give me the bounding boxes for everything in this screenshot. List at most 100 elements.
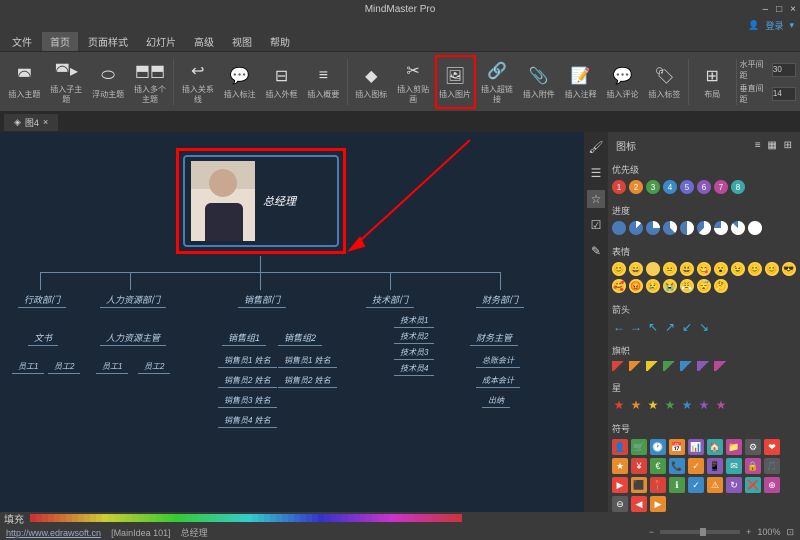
s21[interactable]: 销售员1 姓名: [278, 354, 337, 368]
admin-e2[interactable]: 员工2: [48, 360, 80, 374]
vspace-input[interactable]: [772, 87, 796, 101]
ribbon-插入关系线[interactable]: ↩插入关系线: [177, 55, 218, 109]
symbol-13[interactable]: ✓: [688, 458, 704, 474]
symbol-24[interactable]: ↻: [726, 477, 742, 493]
emoji-12[interactable]: 😡: [629, 279, 643, 293]
priority-3[interactable]: 3: [646, 180, 660, 194]
symbol-12[interactable]: 📞: [669, 458, 685, 474]
root-node[interactable]: 总经理: [176, 148, 346, 254]
tech3[interactable]: 技术员3: [394, 346, 434, 360]
ribbon-插入剪贴画[interactable]: ✂插入剪贴画: [393, 55, 434, 109]
menu-file[interactable]: 文件: [4, 32, 40, 51]
star-4[interactable]: ★: [680, 398, 694, 412]
symbol-16[interactable]: 🔒: [745, 458, 761, 474]
admin-e1[interactable]: 员工1: [12, 360, 44, 374]
arrow-3[interactable]: ↗: [663, 320, 677, 334]
symbol-20[interactable]: 📍: [650, 477, 666, 493]
priority-8[interactable]: 8: [731, 180, 745, 194]
s4[interactable]: 销售员4 姓名: [218, 414, 277, 428]
progress-1[interactable]: [629, 221, 643, 235]
dept-sales[interactable]: 销售部门: [238, 292, 286, 308]
menu-pagestyle[interactable]: 页面样式: [80, 32, 136, 51]
symbol-28[interactable]: ◀: [631, 496, 647, 512]
window-close[interactable]: ×: [790, 4, 796, 15]
symbol-19[interactable]: ⬛: [631, 477, 647, 493]
symbol-17[interactable]: 🎵: [764, 458, 780, 474]
dept-tech[interactable]: 技术部门: [366, 292, 414, 308]
panel-view1-icon[interactable]: ≡: [755, 140, 761, 151]
ribbon-插入多个主题[interactable]: ⬒⬒插入多个主题: [130, 55, 171, 109]
flag-4[interactable]: [680, 361, 694, 371]
sales-g1[interactable]: 销售组1: [222, 330, 266, 346]
s22[interactable]: 销售员2 姓名: [278, 374, 337, 388]
canvas[interactable]: 总经理 行政部门 人力资源部门 销售部门 技术部门 财务部门 文书 人力资源主管…: [0, 132, 584, 512]
flag-0[interactable]: [612, 361, 626, 371]
symbol-22[interactable]: ✓: [688, 477, 704, 493]
ribbon-插入图标[interactable]: ◆插入图标: [351, 55, 392, 109]
arrow-0[interactable]: ←: [612, 320, 626, 334]
symbol-10[interactable]: ¥: [631, 458, 647, 474]
login-dropdown-icon[interactable]: ▾: [789, 20, 794, 31]
emoji-17[interactable]: 🤔: [714, 279, 728, 293]
tech4[interactable]: 技术员4: [394, 362, 434, 376]
emoji-3[interactable]: 😐: [663, 262, 677, 276]
admin-sub[interactable]: 文书: [28, 330, 58, 346]
flag-5[interactable]: [697, 361, 711, 371]
progress-5[interactable]: [697, 221, 711, 235]
arrow-4[interactable]: ↙: [680, 320, 694, 334]
priority-5[interactable]: 5: [680, 180, 694, 194]
emoji-15[interactable]: 😤: [680, 279, 694, 293]
star-3[interactable]: ★: [663, 398, 677, 412]
menu-view[interactable]: 视图: [224, 32, 260, 51]
emoji-9[interactable]: 😊: [765, 262, 779, 276]
progress-7[interactable]: [731, 221, 745, 235]
symbol-4[interactable]: 📊: [688, 439, 704, 455]
symbol-0[interactable]: 👤: [612, 439, 628, 455]
s2[interactable]: 销售员2 姓名: [218, 374, 277, 388]
menu-help[interactable]: 帮助: [262, 32, 298, 51]
emoji-1[interactable]: 😄: [629, 262, 643, 276]
emoji-11[interactable]: 🥰: [612, 279, 626, 293]
dept-admin[interactable]: 行政部门: [18, 292, 66, 308]
symbol-9[interactable]: ★: [612, 458, 628, 474]
ribbon-插入主题[interactable]: ◚插入主题: [4, 55, 45, 109]
arrow-5[interactable]: ↘: [697, 320, 711, 334]
zoom-slider[interactable]: [660, 530, 740, 534]
color-swatch[interactable]: [456, 514, 462, 522]
f3[interactable]: 出纳: [482, 394, 510, 408]
progress-4[interactable]: [680, 221, 694, 235]
emoji-0[interactable]: 😊: [612, 262, 626, 276]
window-minimize[interactable]: –: [763, 4, 769, 15]
emoji-13[interactable]: 😢: [646, 279, 660, 293]
fin-sub[interactable]: 财务主管: [470, 330, 518, 346]
emoji-2[interactable]: ☹: [646, 262, 660, 276]
emoji-14[interactable]: 😭: [663, 279, 677, 293]
star-5[interactable]: ★: [697, 398, 711, 412]
symbol-1[interactable]: 🛒: [631, 439, 647, 455]
tab-close-icon[interactable]: ×: [43, 117, 48, 127]
star-6[interactable]: ★: [714, 398, 728, 412]
ribbon-插入超链接[interactable]: 🔗插入超链接: [477, 55, 518, 109]
symbol-21[interactable]: ℹ: [669, 477, 685, 493]
emoji-16[interactable]: 😴: [697, 279, 711, 293]
symbol-23[interactable]: ⚠: [707, 477, 723, 493]
symbol-26[interactable]: ⊕: [764, 477, 780, 493]
ribbon-插入概要[interactable]: ≡插入概要: [303, 55, 344, 109]
panel-view3-icon[interactable]: ⊞: [784, 140, 792, 151]
ribbon-插入标签[interactable]: 🏷插入标签: [644, 55, 685, 109]
menu-advanced[interactable]: 高级: [186, 32, 222, 51]
flag-6[interactable]: [714, 361, 728, 371]
zoom-in-icon[interactable]: +: [746, 527, 751, 537]
flag-2[interactable]: [646, 361, 660, 371]
priority-7[interactable]: 7: [714, 180, 728, 194]
emoji-8[interactable]: 😊: [748, 262, 762, 276]
s1[interactable]: 销售员1 姓名: [218, 354, 277, 368]
ribbon-插入标注[interactable]: 💬插入标注: [219, 55, 260, 109]
panel-tab-brush[interactable]: 🖌: [587, 138, 605, 156]
panel-tab-list[interactable]: ☰: [587, 164, 605, 182]
ribbon-浮动主题[interactable]: ⬭浮动主题: [88, 55, 129, 109]
symbol-11[interactable]: €: [650, 458, 666, 474]
symbol-3[interactable]: 📅: [669, 439, 685, 455]
document-tab[interactable]: ◈ 图4 ×: [4, 114, 58, 131]
tech1[interactable]: 技术员1: [394, 314, 434, 328]
